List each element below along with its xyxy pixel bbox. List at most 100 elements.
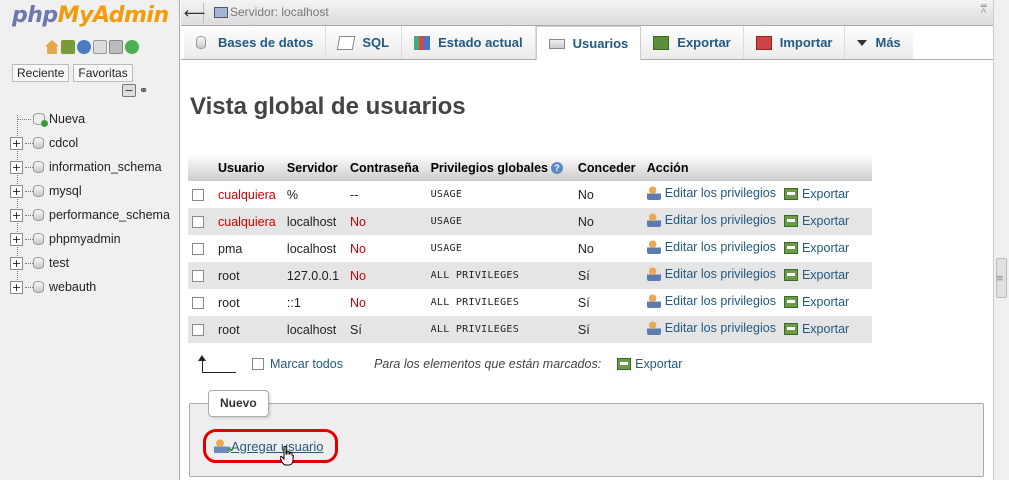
help-icon[interactable]: ? [550,162,563,175]
table-row[interactable]: root::1 No ALL PRIVILEGES Sí Editar los priv… [188,289,872,316]
row-checkbox[interactable] [192,324,204,337]
favorites-button[interactable]: Favoritas [73,64,133,82]
tab-more[interactable]: Más [845,26,913,59]
grant-cell: No [573,181,643,208]
add-user-label: Agregar usuario [231,438,324,454]
export-icon [783,296,798,308]
row-checkbox-cell [188,316,214,343]
column-header-privileges[interactable]: Privilegios globales? [426,154,574,181]
action-cell: Editar los privilegios Exportar [642,316,872,343]
database-icon [33,233,44,245]
row-checkbox[interactable] [192,216,204,229]
action-cell: Editar los privilegios Exportar [642,235,872,262]
expand-icon[interactable]: + [10,184,23,198]
export-user-label: Exportar [801,295,850,309]
edit-privileges-link[interactable]: Editar los privilegios [646,213,776,227]
tab-label: Exportar [677,35,731,50]
edit-privileges-link[interactable]: Editar los privilegios [646,321,776,335]
collapse-all-icon[interactable]: − [122,84,136,97]
edit-privileges-link[interactable]: Editar los privilegios [646,267,776,281]
privileges-cell: USAGE [426,208,574,235]
tree-item-performance-schema[interactable]: + performance_schema [10,203,170,227]
tree-item-information-schema[interactable]: + information_schema [10,155,170,179]
edit-privileges-link[interactable]: Editar los privilegios [646,240,776,254]
expand-icon[interactable]: + [10,280,23,294]
export-user-link[interactable]: Exportar [783,322,849,336]
password-cell: No [346,262,427,289]
tree-item-new[interactable]: Nueva [10,107,170,131]
tree-item-phpmyadmin[interactable]: + phpmyadmin [10,227,170,251]
export-user-link[interactable]: Exportar [783,214,849,228]
grant-cell: Sí [573,289,643,316]
tab-export[interactable]: Exportar [641,26,744,59]
collapse-top-icon[interactable]: ⩞ [980,3,987,17]
table-row[interactable]: root 127.0.0.1 No ALL PRIVILEGES Sí Editar lo… [188,262,872,289]
expand-icon[interactable]: + [10,232,23,246]
users-table: Usuario Servidor Contraseña Privilegios … [188,154,872,343]
column-header-label: Privilegios globales [430,160,548,175]
check-all-checkbox[interactable] [252,358,264,370]
tree-item-test[interactable]: + test [10,251,170,275]
arrow-up-icon [198,355,236,373]
edit-privileges-link[interactable]: Editar los privilegios [646,294,776,308]
edit-privileges-label: Editar los privilegios [664,294,776,308]
bulk-actions-bar: Marcar todos Para los elementos que está… [188,352,682,376]
export-selected-button[interactable]: Exportar [617,357,682,371]
column-header-action: Acción [642,154,872,181]
tree-item-mysql[interactable]: + mysql [10,179,170,203]
row-checkbox[interactable] [192,270,204,283]
table-row[interactable]: cualquiera localhost No USAGE No Editar los p… [188,208,872,235]
server-icon [214,7,228,18]
table-row[interactable]: pma localhost No USAGE No Editar los privileg… [188,235,872,262]
export-user-link[interactable]: Exportar [783,241,849,255]
recent-button[interactable]: Reciente [12,64,70,82]
row-checkbox[interactable] [192,297,204,310]
back-arrow-icon[interactable]: ⟵ [184,3,206,23]
add-user-link[interactable]: Agregar usuario [203,429,338,463]
column-header-grant[interactable]: Conceder [573,154,643,181]
tree-item-cdcol[interactable]: + cdcol [10,131,170,155]
vertical-scrollbar[interactable]: ≡ [993,0,1009,480]
expand-icon[interactable]: + [10,136,23,150]
help-icon[interactable] [77,40,91,54]
settings-icon[interactable] [109,40,123,54]
column-header-host[interactable]: Servidor [282,154,347,181]
tab-databases[interactable]: Bases de datos [184,26,327,59]
home-icon[interactable] [45,40,59,54]
tab-status[interactable]: Estado actual [402,26,536,59]
export-icon [783,188,798,200]
tab-users[interactable]: Usuarios [535,26,642,60]
row-checkbox[interactable] [192,243,204,256]
export-selected-label: Exportar [635,357,683,371]
logout-icon[interactable] [61,40,75,54]
expand-icon[interactable]: + [10,208,23,222]
tree-connector [17,118,31,120]
export-user-link[interactable]: Exportar [783,187,849,201]
tree-item-webauth[interactable]: + webauth [10,275,170,299]
table-row[interactable]: root localhost Sí ALL PRIVILEGES Sí Editar lo… [188,316,872,343]
tab-sql[interactable]: SQL [326,26,403,59]
user-cell: root [214,262,283,289]
column-header-user[interactable]: Usuario [214,154,283,181]
logo-php-text: php [12,3,58,28]
link-icon[interactable]: ⚭ [139,84,148,97]
phpmyadmin-logo[interactable]: phpMyAdmin [12,3,169,28]
row-checkbox[interactable] [192,189,204,202]
tree-item-label: performance_schema [49,208,170,222]
expand-icon[interactable]: + [10,160,23,174]
user-cell: cualquiera [214,181,283,208]
reload-icon[interactable] [125,40,139,54]
expand-icon[interactable]: + [10,256,23,270]
table-row[interactable]: cualquiera% -- USAGE No Editar los privilegi… [188,181,872,208]
host-cell: localhost [282,235,347,262]
chevron-down-icon [857,39,868,46]
export-user-link[interactable]: Exportar [783,268,849,282]
users-icon [548,38,565,49]
check-all-label[interactable]: Marcar todos [270,357,343,371]
breadcrumb-server[interactable]: Servidor: localhost [230,5,329,19]
documentation-icon[interactable] [93,40,107,54]
column-header-password[interactable]: Contraseña [346,154,427,181]
tab-import[interactable]: Importar [743,26,846,59]
edit-privileges-link[interactable]: Editar los privilegios [646,186,776,200]
export-user-link[interactable]: Exportar [783,295,850,309]
